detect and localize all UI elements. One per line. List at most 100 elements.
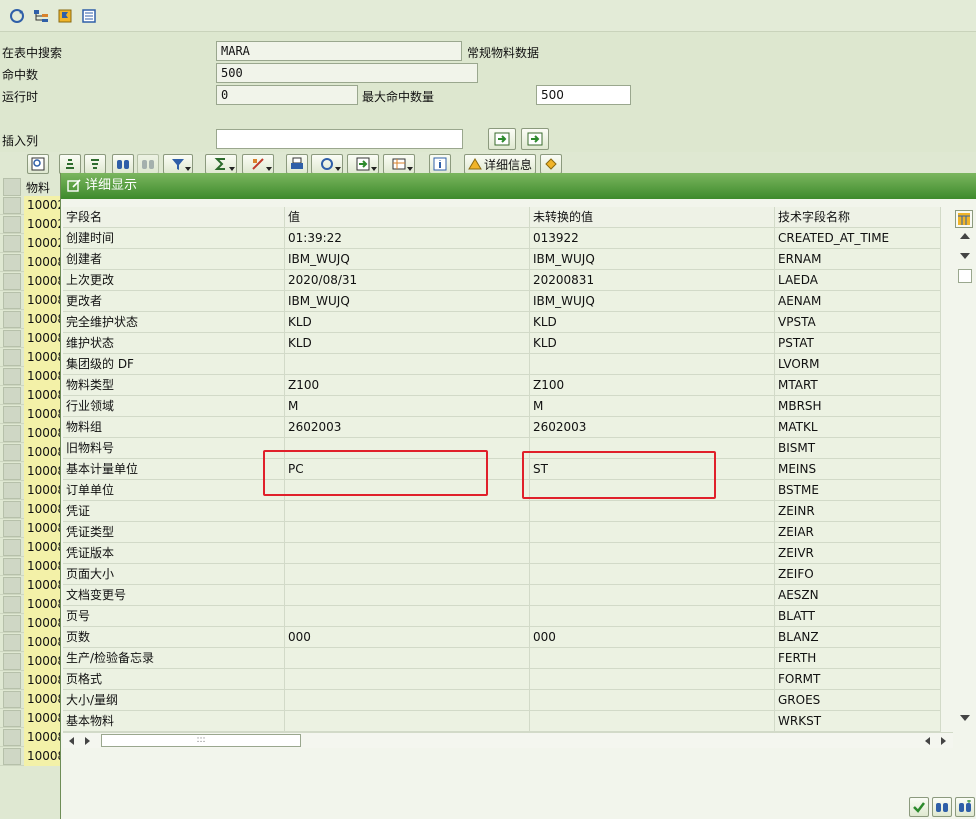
row-selector[interactable] — [3, 634, 21, 651]
table-row[interactable]: 物料类型 Z100 Z100 MTART — [63, 375, 941, 396]
list-item[interactable]: 10008 — [0, 291, 60, 310]
table-row[interactable]: 基本计量单位 PC ST MEINS — [63, 459, 941, 480]
row-selector[interactable] — [3, 273, 21, 290]
row-selector[interactable] — [3, 672, 21, 689]
row-selector[interactable] — [3, 748, 21, 765]
table-row[interactable]: 生产/检验备忘录 FERTH — [63, 648, 941, 669]
layout-icon[interactable] — [383, 154, 415, 174]
row-selector[interactable] — [3, 349, 21, 366]
horizontal-scrollbar[interactable]: ::: — [63, 732, 953, 748]
list-item[interactable]: 10008 — [0, 424, 60, 443]
row-selector[interactable] — [3, 729, 21, 746]
table-row[interactable]: 页号 BLATT — [63, 606, 941, 627]
row-selector[interactable] — [3, 539, 21, 556]
scroll-up-icon[interactable] — [960, 233, 970, 239]
row-selector[interactable] — [3, 387, 21, 404]
filter-icon[interactable] — [163, 154, 193, 174]
list-item[interactable]: 10008 — [0, 595, 60, 614]
list-icon[interactable] — [80, 7, 98, 25]
list-item[interactable]: 10008 — [0, 557, 60, 576]
insert-column-button[interactable] — [488, 128, 516, 150]
list-item[interactable]: 10008 — [0, 367, 60, 386]
table-row[interactable]: 大小/量纲 GROES — [63, 690, 941, 711]
row-selector[interactable] — [3, 406, 21, 423]
vertical-scrollbar[interactable] — [957, 229, 973, 729]
row-selector[interactable] — [3, 501, 21, 518]
detail-button[interactable]: 详细信息 — [464, 154, 536, 174]
table-row[interactable]: 行业领域 M M MBRSH — [63, 396, 941, 417]
row-selector[interactable] — [3, 235, 21, 252]
list-item[interactable]: 10008 — [0, 348, 60, 367]
row-selector[interactable] — [3, 596, 21, 613]
table-row[interactable]: 物料组 2602003 2602003 MATKL — [63, 417, 941, 438]
table-row[interactable]: 订单单位 BSTME — [63, 480, 941, 501]
list-item[interactable]: 10008 — [0, 519, 60, 538]
table-row[interactable]: 创建者 IBM_WUJQ IBM_WUJQ ERNAM — [63, 249, 941, 270]
max-hits-input[interactable]: 500 — [536, 85, 631, 105]
table-row[interactable]: 集团级的 DF LVORM — [63, 354, 941, 375]
print-icon[interactable] — [286, 154, 308, 174]
row-selector[interactable] — [3, 444, 21, 461]
sort-descending-icon[interactable] — [84, 154, 106, 174]
list-item[interactable]: 10008 — [0, 576, 60, 595]
row-selector[interactable] — [3, 558, 21, 575]
more-icon[interactable] — [540, 154, 562, 174]
table-row[interactable]: 页面大小 ZEIFO — [63, 564, 941, 585]
col-header-unconverted[interactable]: 未转换的值 — [530, 207, 775, 228]
row-selector[interactable] — [3, 520, 21, 537]
list-item[interactable]: 10008 — [0, 500, 60, 519]
row-selector[interactable] — [3, 425, 21, 442]
list-item[interactable]: 10008 — [0, 652, 60, 671]
table-row[interactable]: 页格式 FORMT — [63, 669, 941, 690]
scroll-right-small-icon[interactable] — [85, 737, 90, 745]
col-header-value[interactable]: 值 — [285, 207, 530, 228]
list-item[interactable]: 10008 — [0, 690, 60, 709]
list-item[interactable]: 10008 — [0, 253, 60, 272]
horizontal-thumb[interactable]: ::: — [101, 734, 301, 747]
table-name-field[interactable]: MARA — [216, 41, 462, 61]
confirm-button[interactable] — [909, 797, 929, 817]
table-row[interactable]: 更改者 IBM_WUJQ IBM_WUJQ AENAM — [63, 291, 941, 312]
find-next-dialog-button[interactable] — [955, 797, 975, 817]
row-selector[interactable] — [3, 653, 21, 670]
table-row[interactable]: 凭证类型 ZEIAR — [63, 522, 941, 543]
list-item[interactable]: 10008 — [0, 633, 60, 652]
table-row[interactable]: 上次更改 2020/08/31 20200831 LAEDA — [63, 270, 941, 291]
table-row[interactable]: 页数 000 000 BLANZ — [63, 627, 941, 648]
row-selector[interactable] — [3, 691, 21, 708]
table-row[interactable]: 凭证 ZEINR — [63, 501, 941, 522]
list-item[interactable]: 10008 — [0, 747, 60, 766]
view-icon[interactable] — [311, 154, 343, 174]
select-layout-icon[interactable] — [27, 154, 49, 174]
select-all-cell[interactable] — [3, 178, 21, 196]
list-item[interactable]: 10008 — [0, 462, 60, 481]
row-selector[interactable] — [3, 216, 21, 233]
scroll-down-icon[interactable] — [960, 715, 970, 721]
row-selector[interactable] — [3, 368, 21, 385]
info-icon[interactable] — [429, 154, 451, 174]
table-row[interactable]: 基本物料 WRKST — [63, 711, 941, 732]
find-icon[interactable] — [112, 154, 134, 174]
list-item[interactable]: 10008 — [0, 538, 60, 557]
find-dialog-button[interactable] — [932, 797, 952, 817]
table-row[interactable]: 创建时间 01:39:22 013922 CREATED_AT_TIME — [63, 228, 941, 249]
row-selector[interactable] — [3, 197, 21, 214]
scroll-left-end-icon[interactable] — [925, 737, 930, 745]
find-next-icon[interactable] — [137, 154, 159, 174]
list-item[interactable]: 10002 — [0, 234, 60, 253]
row-selector[interactable] — [3, 577, 21, 594]
row-selector[interactable] — [3, 482, 21, 499]
scroll-down-small-icon[interactable] — [960, 253, 970, 259]
table-row[interactable]: 维护状态 KLD KLD PSTAT — [63, 333, 941, 354]
col-header-field-name[interactable]: 字段名 — [63, 207, 285, 228]
tree-icon[interactable] — [32, 7, 50, 25]
list-item[interactable]: 10008 — [0, 405, 60, 424]
table-row[interactable]: 凭证版本 ZEIVR — [63, 543, 941, 564]
export-icon[interactable] — [347, 154, 379, 174]
list-item[interactable]: 10008 — [0, 614, 60, 633]
column-settings-icon[interactable] — [955, 210, 973, 228]
list-item[interactable]: 10008 — [0, 709, 60, 728]
row-selector[interactable] — [3, 292, 21, 309]
list-item[interactable]: 10008 — [0, 329, 60, 348]
list-item[interactable]: 10008 — [0, 272, 60, 291]
